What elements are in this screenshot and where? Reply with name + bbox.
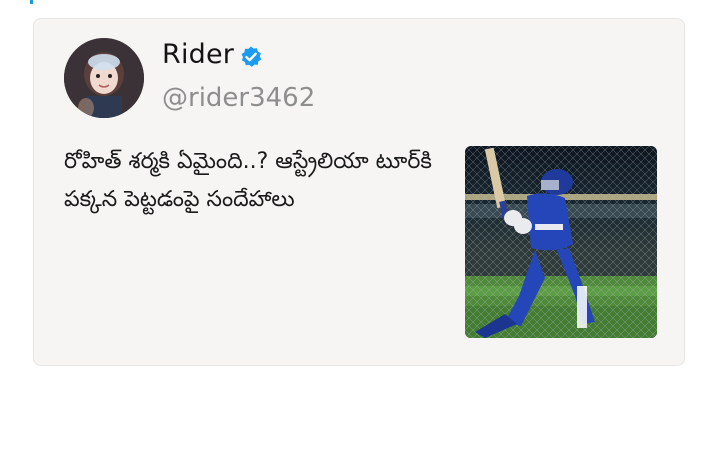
tweet-card[interactable]: Rider @rider3462 రోహిత్ శర్మకి ఏమైంది..?… (33, 18, 685, 366)
post-text: రోహిత్ శర్మకి ఏమైంది..? ఆస్ట్రేలియా టూర్… (64, 149, 432, 212)
verified-badge-icon (239, 45, 263, 69)
avatar-photo (64, 38, 144, 118)
avatar[interactable] (64, 38, 144, 118)
cricket-batsman-photo (465, 146, 657, 338)
post-thumbnail[interactable] (465, 146, 657, 338)
top-accent-bar (30, 0, 33, 4)
author-handle[interactable]: @rider3462 (162, 83, 315, 113)
author-name[interactable]: Rider (162, 39, 234, 70)
